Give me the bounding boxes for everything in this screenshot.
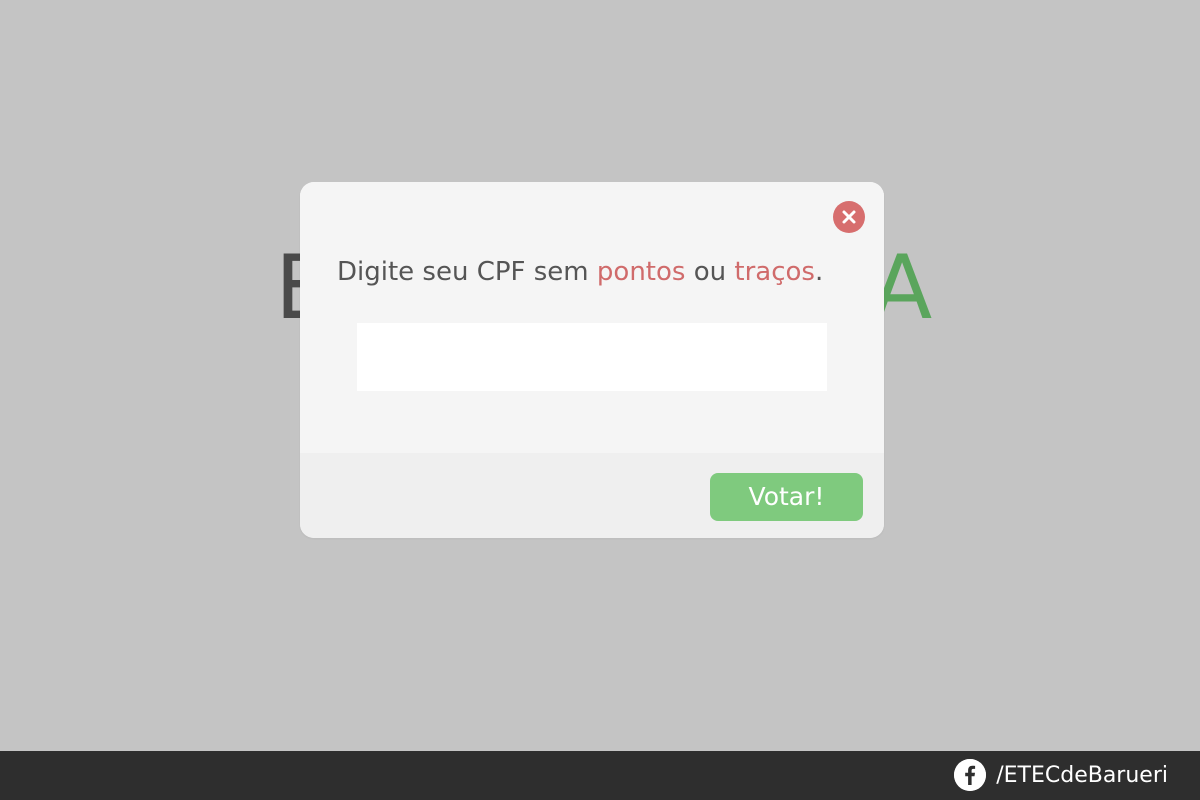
vote-button[interactable]: Votar! bbox=[710, 473, 863, 521]
instruction-part-2: ou bbox=[685, 257, 735, 287]
modal-footer: Votar! bbox=[300, 453, 884, 538]
instruction-highlight-tracos: traços bbox=[734, 257, 815, 287]
facebook-link-text: /ETECdeBarueri bbox=[996, 762, 1168, 788]
instruction-part-1: Digite seu CPF sem bbox=[337, 257, 597, 287]
instruction-part-3: . bbox=[814, 257, 824, 287]
cpf-instruction: Digite seu CPF sem pontos ou traços. bbox=[337, 254, 823, 290]
facebook-icon bbox=[954, 759, 987, 791]
close-button[interactable] bbox=[833, 201, 865, 233]
instruction-highlight-pontos: pontos bbox=[596, 257, 686, 287]
cpf-modal: Digite seu CPF sem pontos ou traços. Vot… bbox=[300, 182, 884, 538]
modal-body: Digite seu CPF sem pontos ou traços. bbox=[300, 182, 884, 453]
close-icon bbox=[841, 209, 857, 225]
cpf-input[interactable] bbox=[357, 323, 827, 391]
page-footer: /ETECdeBarueri bbox=[0, 751, 1200, 800]
facebook-link[interactable]: /ETECdeBarueri bbox=[954, 759, 1168, 791]
